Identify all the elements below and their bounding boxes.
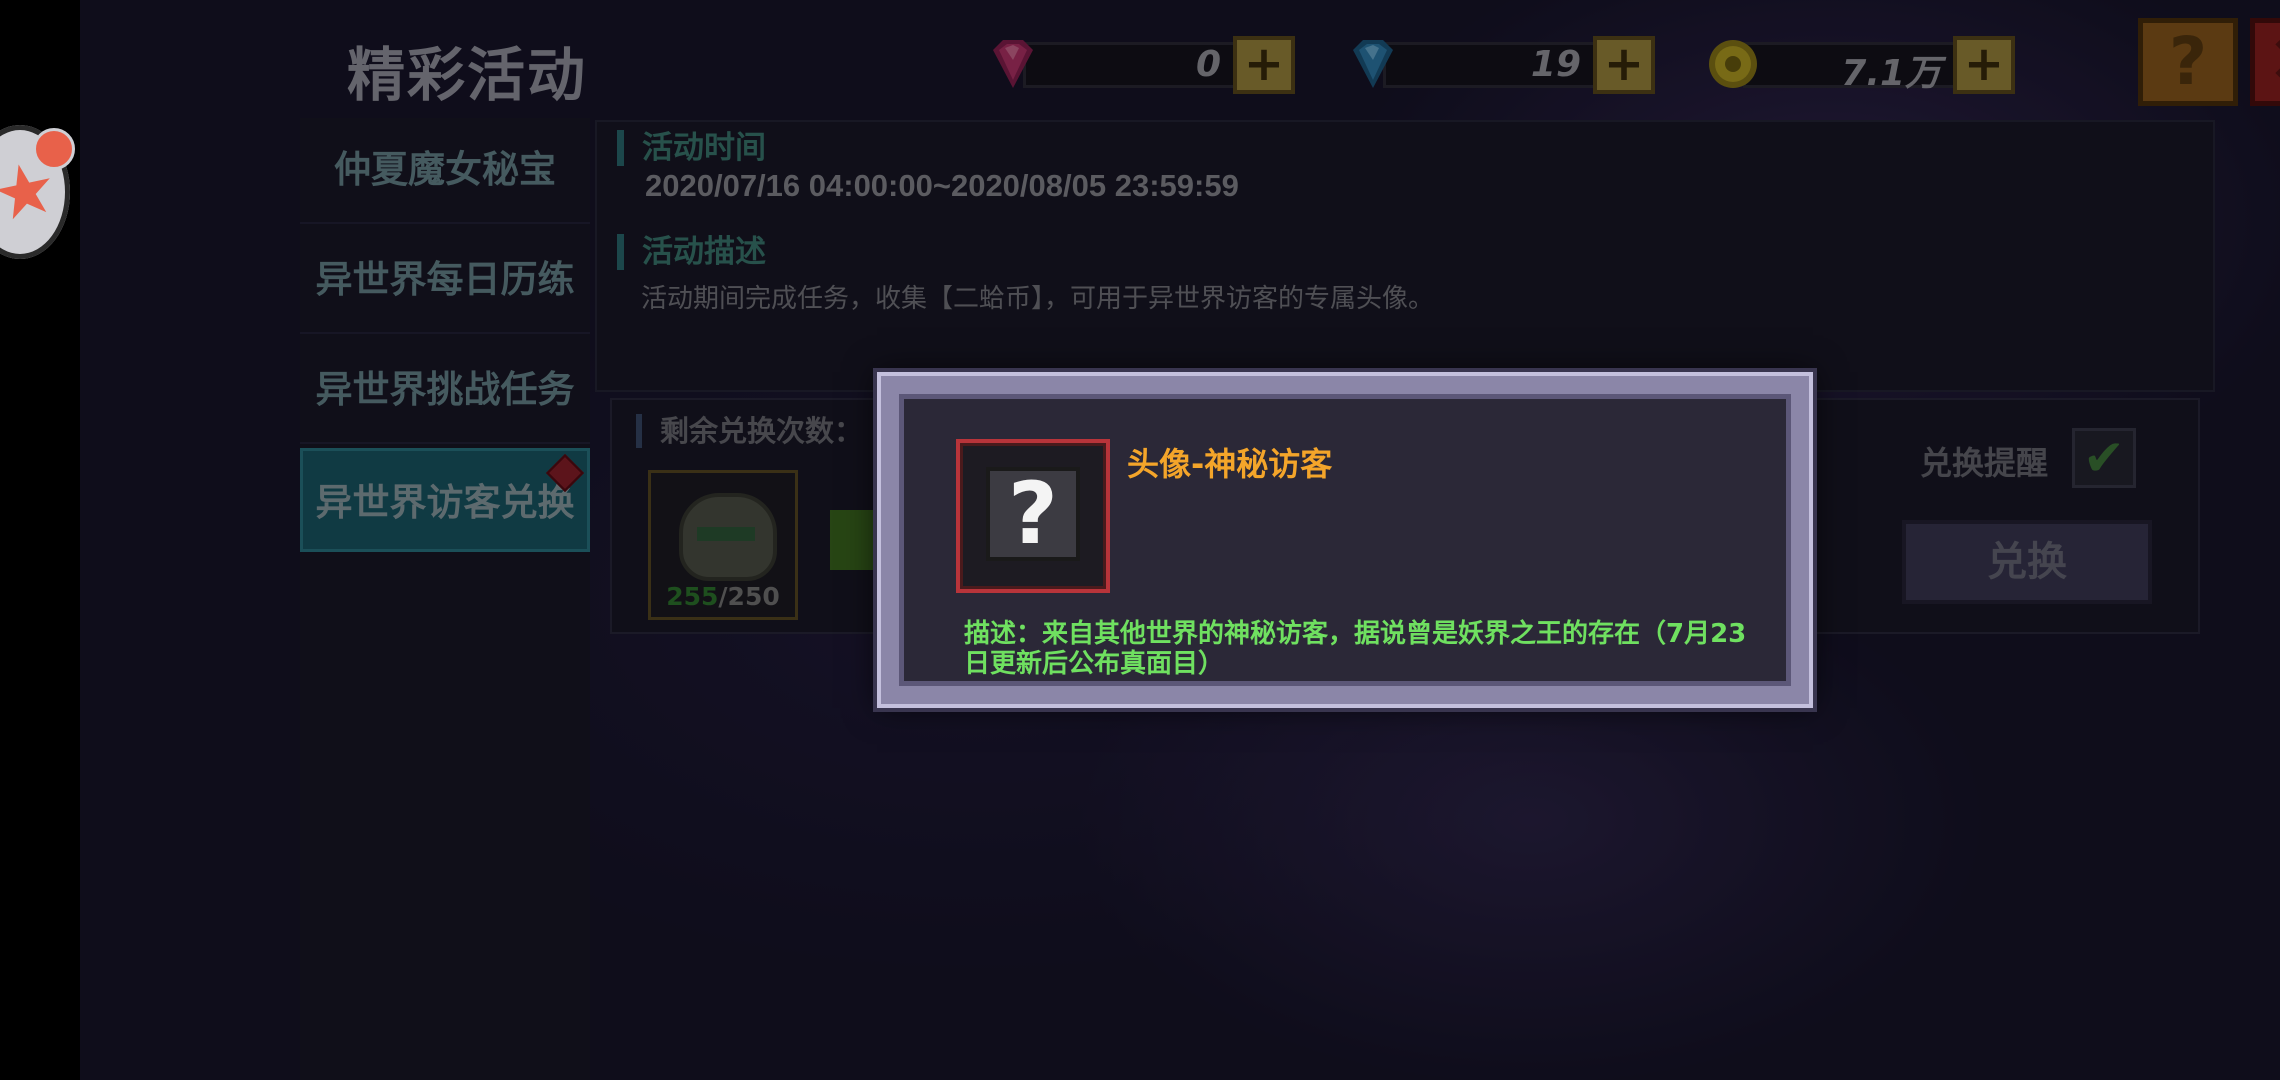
remaining-count-label: 剩余兑换次数：	[636, 414, 863, 448]
gold-coin-currency: 7.1万 +	[1705, 36, 2015, 94]
blue-gem-icon	[1353, 40, 1393, 88]
currency-value: 19	[1530, 44, 1581, 85]
game-screen: 精彩活动 0 + 19 + 7.1万 + ? ✕	[80, 0, 2280, 1080]
sidebar-item-label: 异世界访客兑换	[315, 481, 575, 524]
currency-value: 0	[1195, 44, 1221, 85]
activity-info-panel: 活动时间 2020/07/16 04:00:00~2020/08/05 23:5…	[595, 120, 2215, 392]
sidebar-item-label: 异世界挑战任务	[315, 368, 575, 411]
item-detail-popup: ? 头像-神秘访客 描述：来自其他世界的神秘访客，据说曾是妖界之王的存在（7月2…	[877, 372, 1813, 708]
cat-coin-icon	[679, 493, 777, 581]
sidebar-item-visitor-exchange[interactable]: 异世界访客兑换	[300, 448, 590, 552]
item-count-have: 255	[666, 582, 719, 611]
sidebar-item-challenge-tasks[interactable]: 异世界挑战任务	[300, 338, 590, 444]
item-name: 头像-神秘访客	[1127, 445, 1333, 483]
currency-item-slot[interactable]: 255/250	[648, 470, 798, 620]
exchange-reminder-label: 兑换提醒	[1920, 444, 2049, 482]
currency-bar	[1383, 42, 1623, 88]
floating-assist-button[interactable]: ★	[0, 125, 75, 259]
sidebar-item-daily-training[interactable]: 异世界每日历练	[300, 228, 590, 334]
currency-bar	[1023, 42, 1263, 88]
question-mark-icon: ?	[986, 467, 1080, 561]
help-button[interactable]: ?	[2138, 18, 2238, 106]
description-heading: 活动描述	[617, 234, 766, 270]
currency-value: 7.1万	[1841, 53, 1941, 94]
exchange-reminder-checkbox[interactable]: ✔	[2072, 428, 2136, 488]
blue-gem-currency: 19 +	[1345, 36, 1655, 94]
add-pink-gem-button[interactable]: +	[1233, 36, 1295, 94]
sidebar-item-midsummer-witch-treasure[interactable]: 仲夏魔女秘宝	[300, 118, 590, 224]
avatar-frame: ?	[956, 439, 1110, 593]
description-text: 活动期间完成任务，收集【二蛤币】，可用于异世界访客的专属头像。	[641, 284, 1435, 314]
add-blue-gem-button[interactable]: +	[1593, 36, 1655, 94]
gold-coin-icon	[1709, 40, 1757, 88]
time-value: 2020/07/16 04:00:00~2020/08/05 23:59:59	[645, 168, 1239, 203]
exchange-button[interactable]: 兑换	[1902, 520, 2152, 604]
arrow-right-icon	[830, 510, 880, 570]
sidebar-item-label: 仲夏魔女秘宝	[334, 148, 556, 191]
notification-dot	[33, 128, 75, 170]
pink-gem-currency: 0 +	[985, 36, 1295, 94]
pink-gem-icon	[993, 40, 1033, 88]
close-button[interactable]: ✕	[2250, 18, 2280, 106]
item-description: 描述：来自其他世界的神秘访客，据说曾是妖界之王的存在（7月23日更新后公布真面目…	[964, 619, 1747, 679]
add-gold-coin-button[interactable]: +	[1953, 36, 2015, 94]
popup-body: ? 头像-神秘访客 描述：来自其他世界的神秘访客，据说曾是妖界之王的存在（7月2…	[899, 394, 1791, 686]
activity-sidebar: 仲夏魔女秘宝 异世界每日历练 异世界挑战任务 异世界访客兑换	[300, 118, 590, 1080]
item-count-need: /250	[718, 582, 780, 611]
page-title: 精彩活动	[347, 41, 588, 109]
sidebar-item-label: 异世界每日历练	[315, 258, 575, 301]
item-count: 255/250	[651, 582, 795, 611]
time-heading: 活动时间	[617, 130, 766, 166]
